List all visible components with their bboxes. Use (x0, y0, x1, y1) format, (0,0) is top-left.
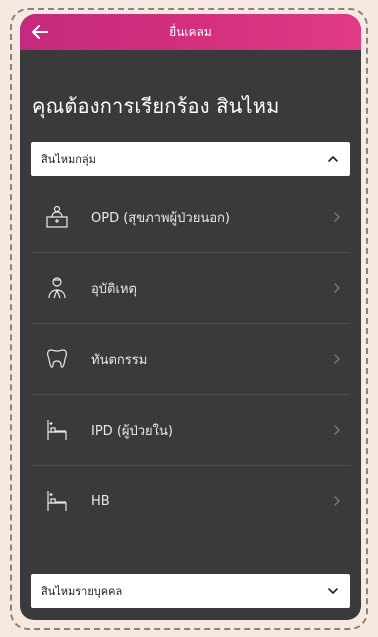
header-title: ยื่นเคลม (169, 25, 212, 39)
claim-item-label: ทันตกรรม (91, 352, 148, 368)
injured-person-icon (39, 270, 75, 306)
app-screen: ยื่นเคลม คุณต้องการเรียกร้อง สินไหม สินไ… (20, 14, 361, 620)
page-title: คุณต้องการเรียกร้อง สินไหม (32, 94, 280, 118)
clinic-desk-icon (39, 199, 75, 235)
group-claim-toggle[interactable]: สินไหมกลุ่ม (31, 142, 350, 176)
app-header: ยื่นเคลม (20, 14, 361, 50)
chevron-right-icon (334, 212, 340, 222)
claim-item-label: OPD (สุขภาพผู้ป่วยนอก) (91, 210, 230, 226)
chevron-right-icon (334, 425, 340, 435)
claim-item-accident[interactable]: อุบัติเหตุ (31, 253, 350, 324)
individual-claim-toggle[interactable]: สินไหมรายบุคคล (31, 574, 350, 608)
claim-item-ipd[interactable]: IPD (ผู้ป่วยใน) (31, 395, 350, 466)
hospital-bed-icon (39, 412, 75, 448)
group-claim-label: สินไหมกลุ่ม (41, 153, 96, 166)
group-claim-list: OPD (สุขภาพผู้ป่วยนอก) อุบัติเหตุ ทันตกร… (31, 182, 350, 536)
individual-claim-label: สินไหมรายบุคคล (41, 585, 123, 598)
hospital-bed-icon (39, 483, 75, 519)
claim-item-opd[interactable]: OPD (สุขภาพผู้ป่วยนอก) (31, 182, 350, 253)
claim-item-hb[interactable]: HB (31, 466, 350, 536)
claim-item-dental[interactable]: ทันตกรรม (31, 324, 350, 395)
chevron-down-icon (328, 588, 338, 594)
claim-item-label: HB (91, 493, 110, 509)
chevron-up-icon (328, 156, 338, 162)
claim-item-label: อุบัติเหตุ (91, 281, 137, 297)
chevron-right-icon (334, 496, 340, 506)
chevron-right-icon (334, 283, 340, 293)
claim-item-label: IPD (ผู้ป่วยใน) (91, 423, 173, 439)
chevron-right-icon (334, 354, 340, 364)
tooth-icon (39, 341, 75, 377)
